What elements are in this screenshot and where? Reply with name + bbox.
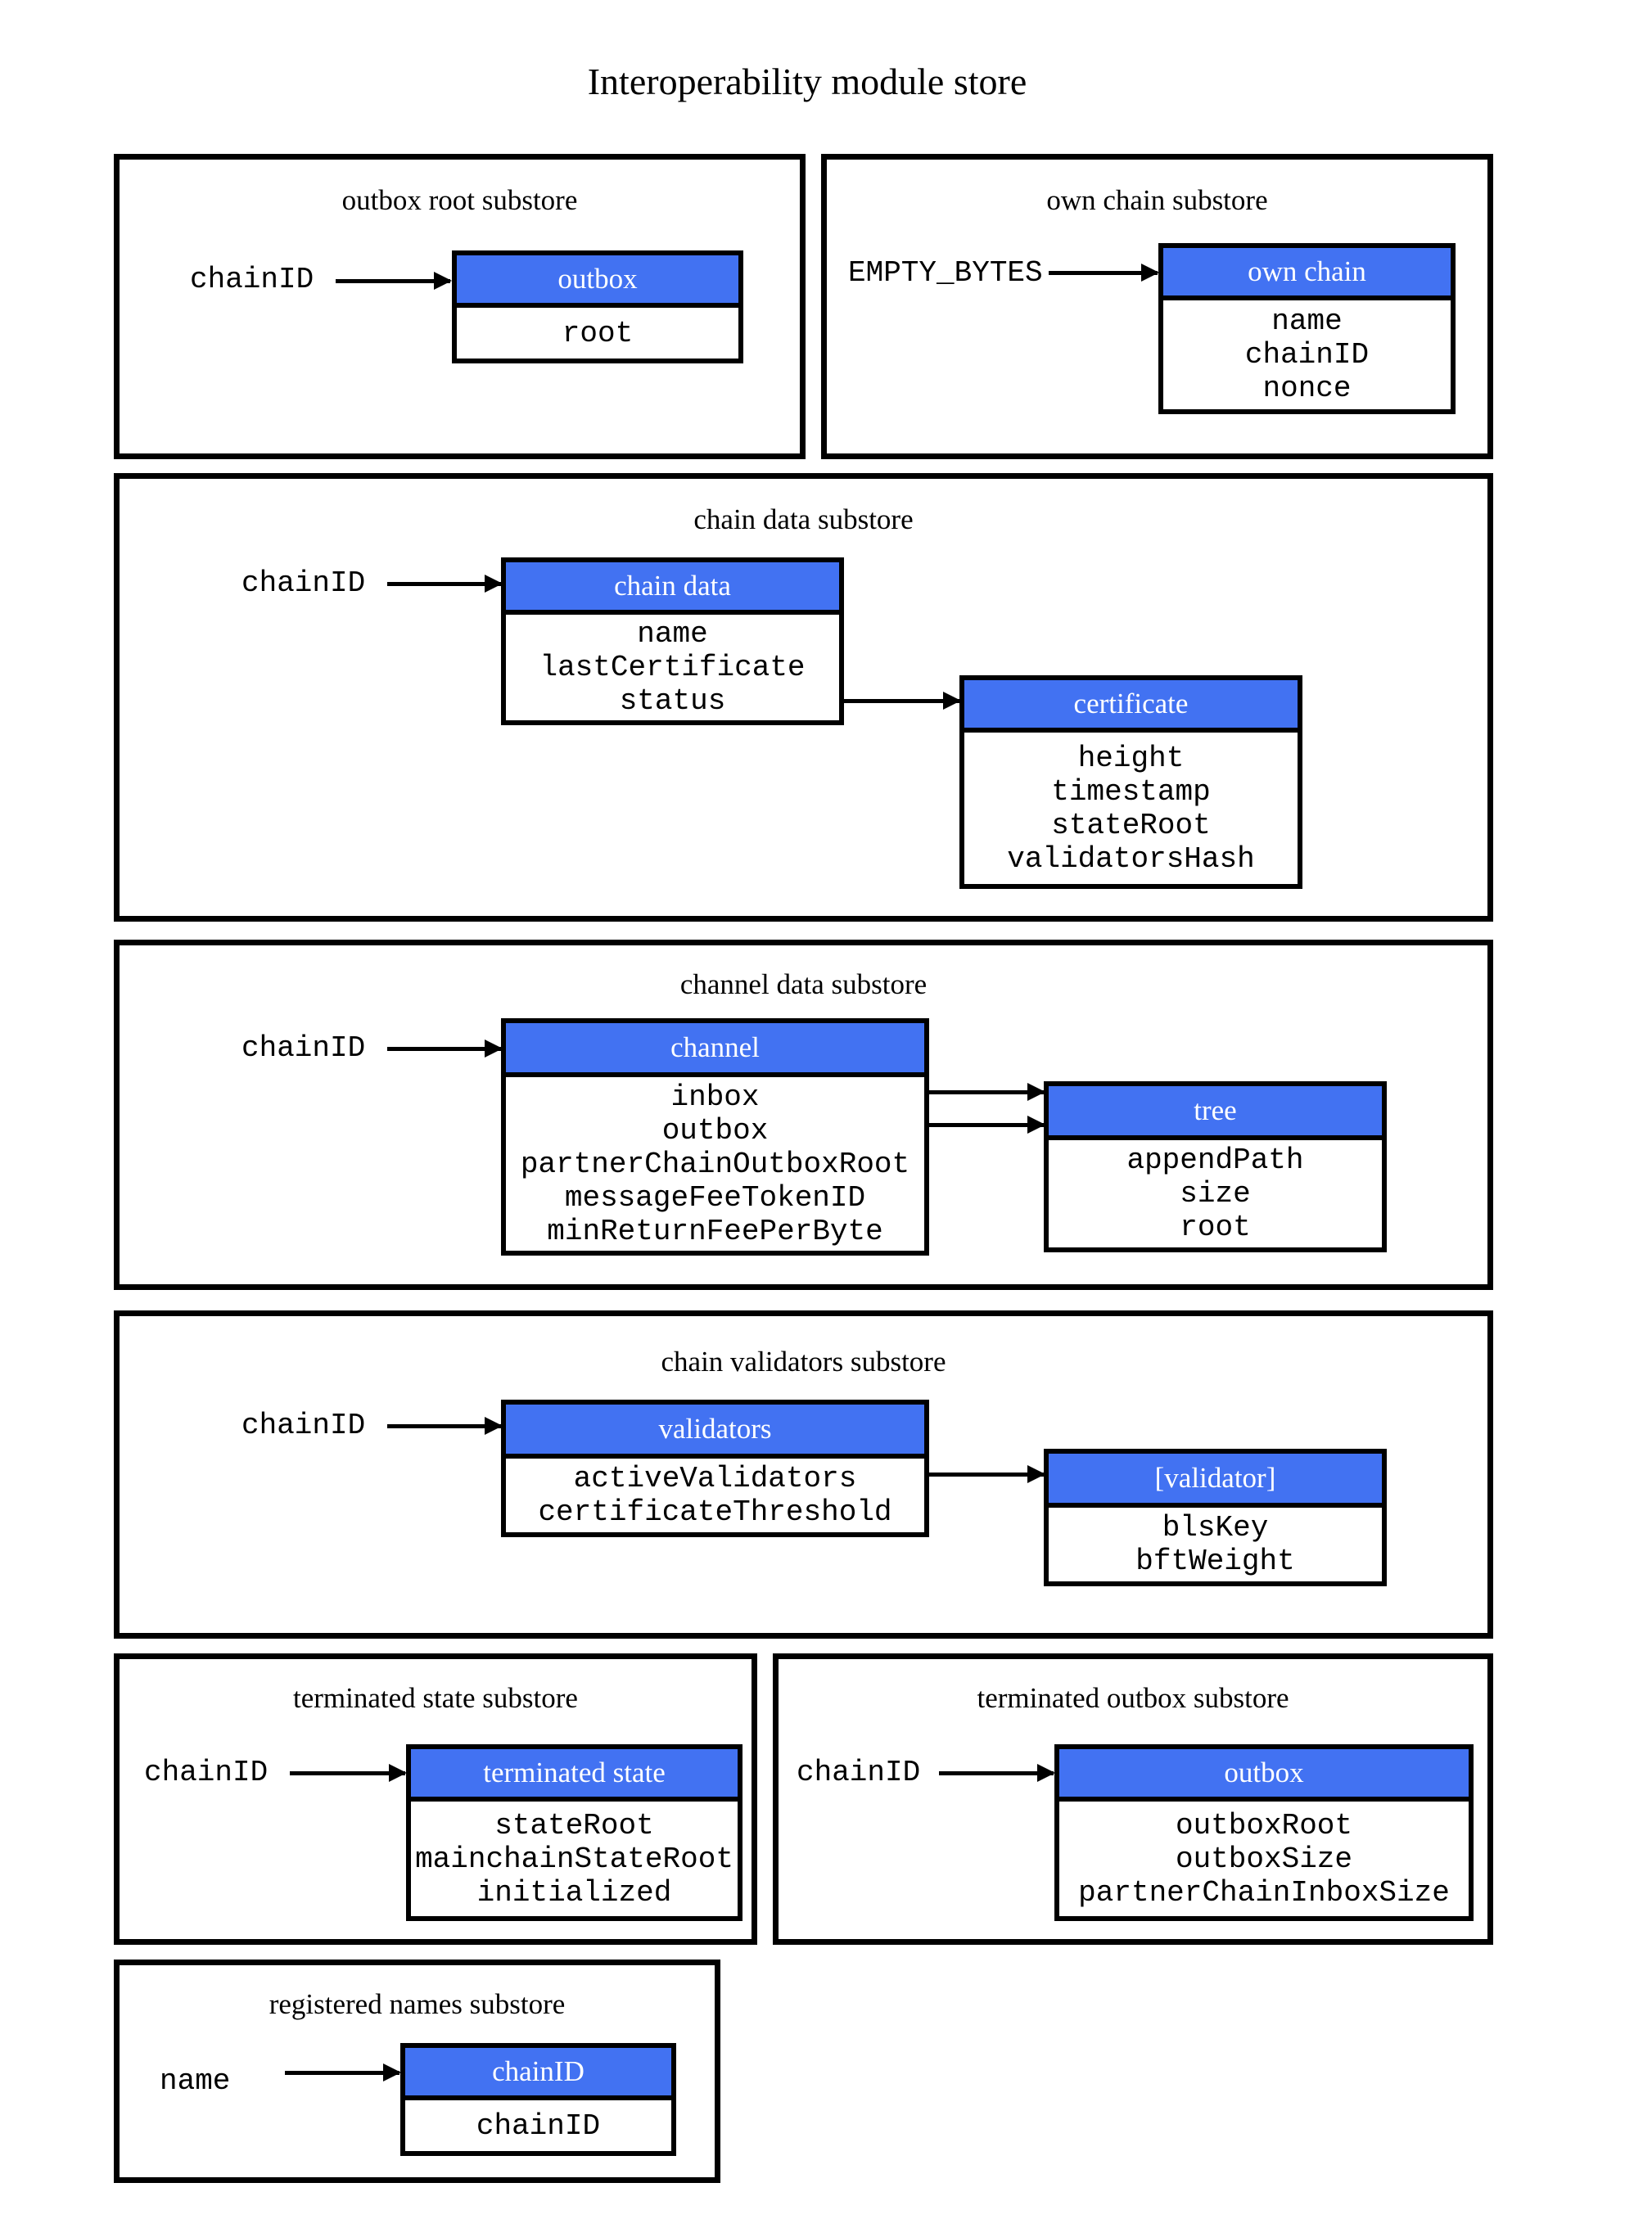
record-field: activeValidators <box>573 1462 857 1495</box>
record-field: bftWeight <box>1135 1545 1295 1578</box>
record-field: outboxRoot <box>1175 1808 1353 1842</box>
substore-title: chain data substore <box>693 503 914 535</box>
substore-title: chain validators substore <box>661 1346 946 1378</box>
record-fields: name lastCertificate status <box>506 615 839 720</box>
record-fields: outboxRoot outboxSize partnerChainInboxS… <box>1059 1802 1469 1916</box>
record-fields: activeValidators certificateThreshold <box>506 1459 924 1532</box>
key-label: EMPTY_BYTES <box>848 256 1043 290</box>
record-field: initialized <box>476 1875 672 1910</box>
record-fields: inbox outbox partnerChainOutboxRoot mess… <box>506 1077 924 1251</box>
record-box-own-chain: own chain name chainID nonce <box>1158 243 1456 414</box>
record-box-channel: channel inbox outbox partnerChainOutboxR… <box>501 1018 929 1256</box>
record-field: timestamp <box>1051 774 1211 809</box>
key-label: chainID <box>190 263 314 296</box>
record-field: name <box>637 617 708 651</box>
record-field: partnerChainOutboxRoot <box>520 1147 910 1181</box>
key-label: name <box>160 2064 231 2098</box>
substore-title: registered names substore <box>269 1988 566 2020</box>
record-header: channel <box>506 1023 924 1077</box>
record-box-outbox: outbox root <box>452 250 743 363</box>
record-field: stateRoot <box>1051 808 1211 842</box>
record-fields: name chainID nonce <box>1163 300 1451 409</box>
key-label: chainID <box>241 1409 366 1442</box>
record-header: outbox <box>1059 1749 1469 1802</box>
record-fields: height timestamp stateRoot validatorsHas… <box>964 733 1298 884</box>
record-field: certificateThreshold <box>538 1495 892 1529</box>
arrow-icon <box>387 1040 503 1058</box>
record-box-terminated-state: terminated state stateRoot mainchainStat… <box>406 1744 742 1921</box>
record-field: stateRoot <box>494 1808 654 1842</box>
arrow-icon <box>844 692 961 710</box>
record-field: outbox <box>661 1113 769 1148</box>
record-fields: stateRoot mainchainStateRoot initialized <box>411 1802 738 1916</box>
record-field: name <box>1271 304 1343 338</box>
record-field: blsKey <box>1162 1511 1269 1545</box>
key-label: chainID <box>241 1031 366 1065</box>
record-field: lastCertificate <box>539 651 806 684</box>
record-field: validatorsHash <box>1007 841 1255 876</box>
substore-title: own chain substore <box>1046 184 1268 216</box>
diagram-title: Interoperability module store <box>587 61 1027 102</box>
record-field: messageFeeTokenID <box>564 1180 866 1215</box>
substore-title: channel data substore <box>679 968 928 1000</box>
record-fields: chainID <box>405 2100 671 2151</box>
record-box-certificate: certificate height timestamp stateRoot v… <box>959 675 1302 889</box>
record-box-validators: validators activeValidators certificateT… <box>501 1400 929 1537</box>
key-label: chainID <box>241 566 366 600</box>
substore-title: terminated state substore <box>293 1682 578 1714</box>
arrow-icon <box>929 1465 1045 1483</box>
record-box-validator: [validator] blsKey bftWeight <box>1044 1449 1387 1586</box>
arrow-icon <box>336 272 452 290</box>
record-header: [validator] <box>1049 1454 1382 1508</box>
substore-title: terminated outbox substore <box>977 1682 1289 1714</box>
arrow-icon <box>939 1764 1055 1782</box>
record-header: chainID <box>405 2048 671 2100</box>
record-field: nonce <box>1262 372 1352 405</box>
record-field: appendPath <box>1126 1143 1304 1177</box>
record-header: own chain <box>1163 248 1451 300</box>
record-field: inbox <box>670 1080 760 1114</box>
arrow-icon <box>387 1417 503 1435</box>
key-label: chainID <box>797 1756 921 1789</box>
record-header: outbox <box>457 255 738 308</box>
arrow-icon <box>285 2063 401 2081</box>
record-header: validators <box>506 1405 924 1459</box>
record-header: certificate <box>964 680 1298 733</box>
record-field: minReturnFeePerByte <box>547 1214 883 1248</box>
record-header: terminated state <box>411 1749 738 1802</box>
record-field: outboxSize <box>1175 1842 1353 1876</box>
arrow-icon <box>1049 264 1159 282</box>
record-box-chainid: chainID chainID <box>400 2043 676 2156</box>
record-box-tree: tree appendPath size root <box>1044 1081 1387 1252</box>
record-field: chainID <box>1244 338 1370 372</box>
record-box-terminated-outbox: outbox outboxRoot outboxSize partnerChai… <box>1054 1744 1474 1921</box>
record-field: height <box>1077 741 1185 775</box>
arrow-icon <box>929 1083 1045 1101</box>
record-field: chainID <box>476 2108 601 2143</box>
record-field: mainchainStateRoot <box>415 1842 733 1876</box>
record-field: status <box>619 684 726 718</box>
record-field: root <box>562 316 634 350</box>
record-fields: root <box>457 308 738 359</box>
record-field: size <box>1180 1177 1251 1211</box>
record-fields: appendPath size root <box>1049 1140 1382 1247</box>
record-fields: blsKey bftWeight <box>1049 1508 1382 1581</box>
record-header: chain data <box>506 562 839 615</box>
substore-title: outbox root substore <box>341 184 578 216</box>
record-field: partnerChainInboxSize <box>1078 1875 1450 1910</box>
arrow-icon <box>290 1764 407 1782</box>
arrow-icon <box>387 575 503 593</box>
record-box-chain-data: chain data name lastCertificate status <box>501 557 844 725</box>
record-header: tree <box>1049 1086 1382 1140</box>
arrow-icon <box>929 1116 1045 1134</box>
record-field: root <box>1180 1211 1251 1244</box>
key-label: chainID <box>144 1756 269 1789</box>
